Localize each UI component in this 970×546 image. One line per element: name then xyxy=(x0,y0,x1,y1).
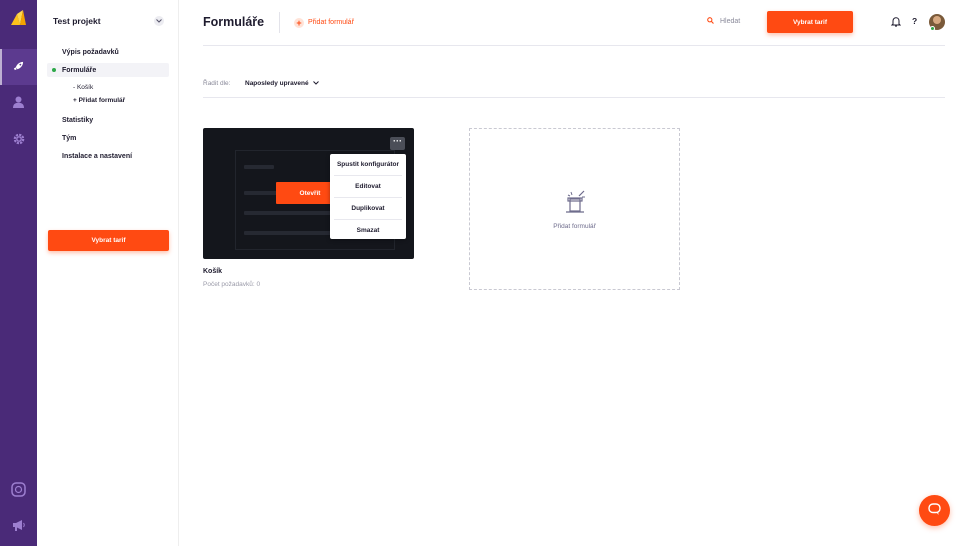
active-indicator-dot xyxy=(52,68,56,72)
add-form-link[interactable]: + Přidat formulář xyxy=(294,17,354,28)
menu-item-delete[interactable]: Smazat xyxy=(330,220,406,241)
support-chat-button[interactable] xyxy=(919,495,950,526)
sidebar-subitem-add-form[interactable]: + Přidat formulář xyxy=(47,94,169,107)
project-title: Test projekt xyxy=(53,16,101,26)
page-title: Formuláře xyxy=(203,15,265,29)
magic-hat-icon xyxy=(562,189,588,217)
sort-value: Naposledy upravené xyxy=(245,80,309,87)
user-icon xyxy=(13,96,24,110)
header-divider-line xyxy=(203,45,945,46)
form-card-request-count: Počet požadavků: 0 xyxy=(203,281,261,288)
chevron-down-icon xyxy=(156,18,162,25)
project-nav: Výpis požadavků Formuláře - Košík + Přid… xyxy=(47,45,169,167)
sort-dropdown[interactable]: Naposledy upravené xyxy=(245,80,319,87)
brand-logo-icon[interactable] xyxy=(11,10,26,25)
sidebar-item-install[interactable]: Instalace a nastavení xyxy=(47,149,169,163)
more-options-button[interactable]: ··· xyxy=(390,137,405,150)
menu-item-run-configurator[interactable]: Spustit konfigurátor xyxy=(330,154,406,175)
search-button[interactable]: Hledat xyxy=(707,17,740,26)
rail-support-center-button[interactable] xyxy=(0,472,37,508)
sidebar-item-requests[interactable]: Výpis požadavků xyxy=(47,45,169,59)
add-form-tile-label: Přidat formulář xyxy=(553,222,596,230)
icon-rail xyxy=(0,0,37,546)
lifebuoy-icon xyxy=(11,481,26,499)
gear-icon xyxy=(13,133,25,147)
add-form-label: Přidat formulář xyxy=(308,19,354,26)
search-label: Hledat xyxy=(720,18,741,25)
chevron-down-icon xyxy=(312,80,319,87)
notifications-bell-icon[interactable] xyxy=(890,16,902,29)
sidebar-item-label: Instalace a nastavení xyxy=(62,152,133,160)
menu-item-duplicate[interactable]: Duplikovat xyxy=(330,198,406,219)
sidebar-subitem-kosik[interactable]: - Košík xyxy=(47,81,169,94)
rail-announcements-button[interactable] xyxy=(0,508,37,544)
help-button[interactable]: ? xyxy=(912,16,917,26)
search-icon xyxy=(707,17,714,26)
form-context-menu: Spustit konfigurátor Editovat Duplikovat… xyxy=(330,154,406,239)
form-card-name[interactable]: Košík xyxy=(203,268,222,275)
rocket-icon xyxy=(13,61,24,74)
rail-forms-button[interactable] xyxy=(0,49,37,85)
sidebar-item-label: Formuláře xyxy=(62,66,97,74)
megaphone-icon xyxy=(12,519,26,533)
project-switch-toggle[interactable] xyxy=(154,16,164,26)
sidebar-item-stats[interactable]: Statistiky xyxy=(47,113,169,127)
rail-settings-button[interactable] xyxy=(0,122,37,158)
chat-bubble-icon xyxy=(928,503,941,518)
header-divider xyxy=(279,12,280,33)
rail-users-button[interactable] xyxy=(0,85,37,121)
project-sidebar: Test projekt Výpis požadavků Formuláře -… xyxy=(37,0,179,546)
menu-item-edit[interactable]: Editovat xyxy=(330,176,406,197)
sidebar-item-label: Tým xyxy=(62,134,77,142)
sidebar-item-forms[interactable]: Formuláře xyxy=(47,63,169,77)
sort-label: Řadit dle: xyxy=(203,80,231,87)
header-choose-plan-button[interactable]: Vybrat tarif xyxy=(767,11,853,33)
plus-icon: + xyxy=(294,17,304,28)
sidebar-item-label: Výpis požadavků xyxy=(62,48,119,56)
add-form-tile[interactable]: Přidat formulář xyxy=(469,128,680,290)
sidebar-choose-plan-button[interactable]: Vybrat tarif xyxy=(48,230,169,251)
online-status-dot xyxy=(930,26,935,31)
sort-divider-line xyxy=(203,97,945,98)
sidebar-item-label: Statistiky xyxy=(62,116,94,124)
sidebar-item-team[interactable]: Tým xyxy=(47,131,169,145)
